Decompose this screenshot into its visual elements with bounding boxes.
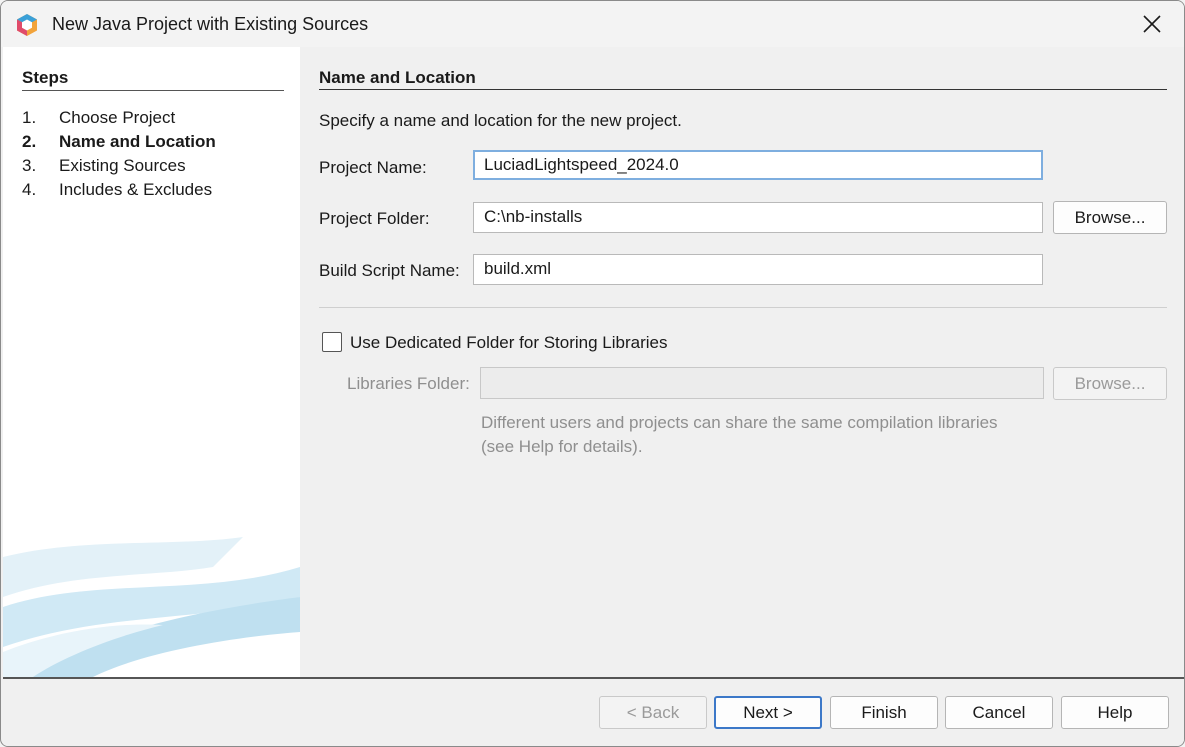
decorative-swoosh: [3, 537, 300, 677]
step-item-current: 2. Name and Location: [22, 132, 216, 156]
build-script-input[interactable]: build.xml: [473, 254, 1043, 285]
project-folder-label: Project Folder:: [319, 209, 430, 228]
netbeans-icon: [17, 14, 37, 36]
section-divider: [319, 307, 1167, 308]
libraries-browse-button[interactable]: Browse...: [1053, 367, 1167, 400]
step-label: Choose Project: [59, 108, 176, 127]
step-label: Includes & Excludes: [59, 180, 213, 199]
window-title: New Java Project with Existing Sources: [52, 14, 369, 34]
page-title: Name and Location: [319, 68, 476, 87]
help-button[interactable]: Help: [1061, 696, 1169, 729]
cancel-button[interactable]: Cancel: [945, 696, 1053, 729]
project-name-label: Project Name:: [319, 158, 427, 177]
step-number: 2.: [22, 132, 37, 151]
step-item: 3. Existing Sources: [22, 156, 216, 180]
finish-button[interactable]: Finish: [830, 696, 938, 729]
step-number: 1.: [22, 108, 37, 127]
libraries-folder-label: Libraries Folder:: [347, 374, 470, 393]
step-item: 4. Includes & Excludes: [22, 180, 216, 204]
step-number: 4.: [22, 180, 37, 199]
next-button[interactable]: Next >: [714, 696, 822, 729]
step-label: Name and Location: [59, 132, 216, 151]
steps-list: 1. Choose Project 2. Name and Location 3…: [22, 108, 216, 204]
step-label: Existing Sources: [59, 156, 186, 175]
help-text-line: (see Help for details).: [481, 437, 643, 456]
wizard-window: New Java Project with Existing Sources S…: [0, 0, 1185, 747]
browse-button[interactable]: Browse...: [1053, 201, 1167, 234]
steps-panel: Steps 1. Choose Project 2. Name and Loca…: [3, 47, 300, 677]
content-panel: Name and Location Specify a name and loc…: [300, 47, 1184, 677]
button-bar: < Back Next > Finish Cancel Help: [3, 679, 1184, 746]
project-folder-input[interactable]: C:\nb-installs: [473, 202, 1043, 233]
step-number: 3.: [22, 156, 37, 175]
title-divider: [319, 89, 1167, 90]
dedicated-folder-checkbox[interactable]: [322, 332, 342, 352]
close-icon: [1143, 15, 1161, 33]
steps-divider: [22, 90, 284, 91]
help-text-line: Different users and projects can share t…: [481, 413, 998, 432]
close-button[interactable]: [1120, 1, 1184, 47]
steps-header: Steps: [22, 68, 69, 87]
back-button[interactable]: < Back: [599, 696, 707, 729]
libraries-folder-input[interactable]: [480, 367, 1044, 399]
title-bar: New Java Project with Existing Sources: [1, 1, 1184, 47]
dedicated-folder-label[interactable]: Use Dedicated Folder for Storing Librari…: [350, 333, 667, 353]
build-script-label: Build Script Name:: [319, 261, 460, 280]
intro-text: Specify a name and location for the new …: [319, 111, 682, 130]
step-item: 1. Choose Project: [22, 108, 216, 132]
project-name-input[interactable]: LuciadLightspeed_2024.0: [473, 150, 1043, 180]
help-text: Different users and projects can share t…: [481, 411, 998, 459]
